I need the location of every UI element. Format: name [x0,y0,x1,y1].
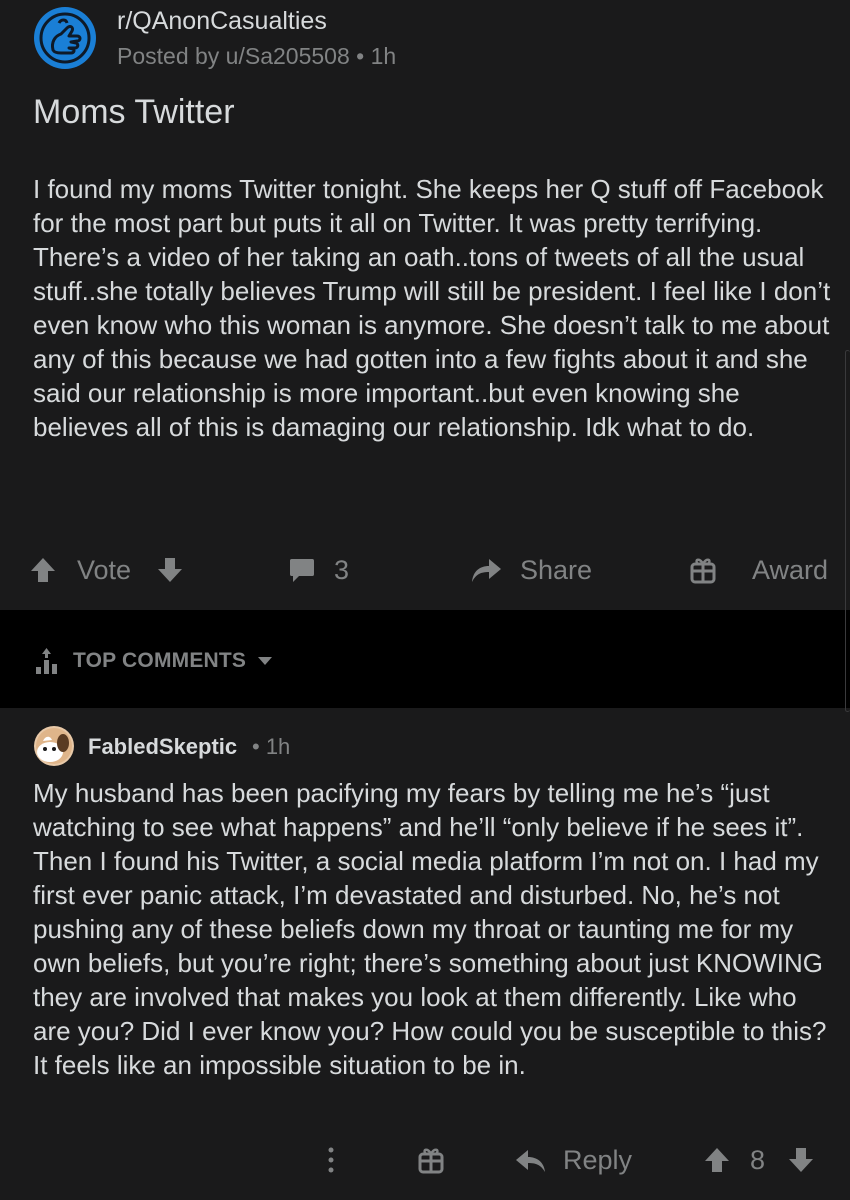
post-title: Moms Twitter [33,93,235,131]
comment-sort-label: TOP COMMENTS [73,649,247,672]
comment-score: 8 [750,1144,766,1175]
comment-author[interactable]: FabledSkeptic [88,734,237,760]
comment-sort-button[interactable]: TOP COMMENTS [35,647,274,675]
downvote-button[interactable] [157,548,183,592]
more-options-button[interactable] [323,1138,339,1182]
gift-icon [418,1148,444,1174]
post-action-bar: Vote 3 Share Award [0,548,850,592]
upvote-button[interactable] [30,548,56,592]
comment-award-button[interactable] [418,1138,444,1182]
sort-bars-icon [36,648,57,674]
share-arrow-icon [472,559,501,582]
user-avatar-icon[interactable] [33,725,75,767]
subreddit-avatar-icon[interactable] [33,6,97,70]
comment-upvote-button[interactable] [704,1138,730,1182]
comment-body: My husband has been pacifying my fears b… [33,778,827,1080]
downvote-arrow-icon [158,558,182,582]
comment-time: • 1h [252,734,291,759]
gift-icon [690,558,716,584]
upvote-arrow-icon [31,558,55,582]
comments-button[interactable]: 3 [288,548,349,592]
post-card: r/QAnonCasualties Posted by u/Sa205508 •… [0,0,850,610]
scrollbar[interactable] [845,350,850,712]
reply-arrow-icon [516,1150,545,1172]
share-label: Share [520,554,593,585]
subreddit-name[interactable]: r/QAnonCasualties [117,7,327,36]
comment-action-bar: Reply 8 [0,1138,850,1182]
upvote-arrow-icon [705,1148,729,1172]
more-vertical-icon [328,1147,334,1173]
reply-label: Reply [563,1144,633,1175]
reply-button[interactable]: Reply [515,1138,632,1182]
comment-count: 3 [334,554,350,585]
post-body: I found my moms Twitter tonight. She kee… [33,174,831,442]
comment-downvote-button[interactable] [788,1138,814,1182]
share-button[interactable]: Share [470,548,592,592]
post-author-meta[interactable]: Posted by u/Sa205508 • 1h [117,43,396,70]
award-label: Award [752,554,829,585]
award-button[interactable]: Award [690,548,828,592]
downvote-arrow-icon [789,1148,813,1172]
vote-label: Vote [77,554,132,585]
caret-down-icon [258,657,273,665]
comment-bubble-icon [290,559,314,582]
